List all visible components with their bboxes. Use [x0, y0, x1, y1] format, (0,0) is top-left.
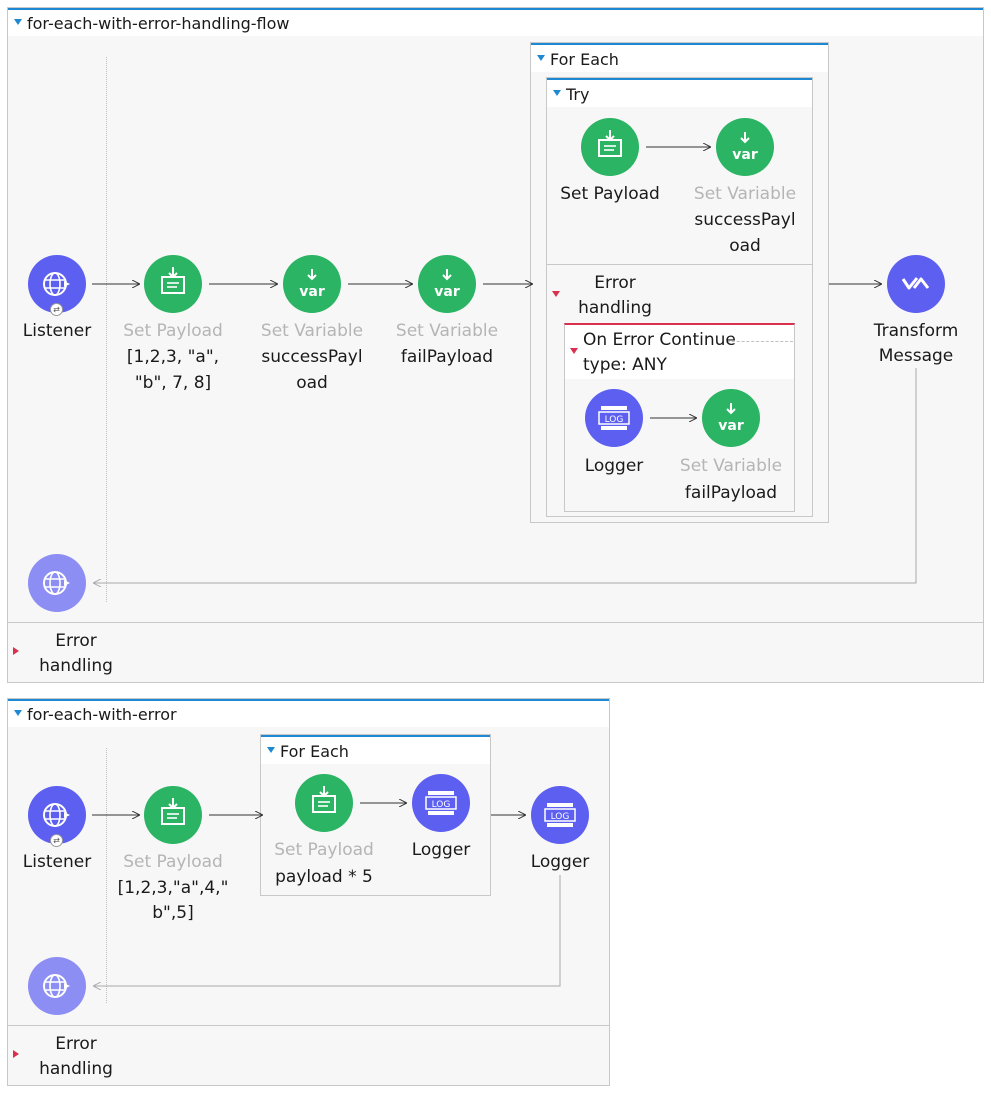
log-icon: LOG: [544, 803, 576, 827]
set-variable-success-name1: successPayl: [261, 347, 363, 367]
on-error-set-variable-name: failPayload: [684, 483, 778, 503]
var-icon: var: [732, 132, 758, 163]
on-error-logger-node[interactable]: LOG: [585, 389, 643, 447]
flow-error-handling-line1: Error: [55, 631, 97, 651]
var-icon: var: [434, 269, 460, 300]
transform-message-line2: Message: [878, 346, 954, 366]
try-divider: [547, 264, 812, 265]
transform-message-line1: Transform: [873, 321, 959, 341]
set-payload-type: Set Payload: [123, 852, 223, 872]
flow-header[interactable]: for-each-with-error: [8, 699, 609, 727]
flow-error-handling-line2: handling: [39, 656, 113, 676]
var-icon: var: [718, 403, 744, 434]
set-payload-value-line2: b",5]: [152, 903, 194, 923]
svg-text:LOG: LOG: [605, 415, 624, 425]
svg-text:var: var: [732, 147, 758, 163]
logger-label: Logger: [530, 852, 590, 872]
on-error-title: On Error Continue: [583, 330, 736, 350]
try-error-handling-line1: Error: [594, 273, 636, 293]
for-each-header[interactable]: For Each: [261, 735, 490, 764]
flow-title: for-each-with-error: [27, 705, 177, 724]
source-divider: [106, 748, 107, 1003]
try-error-handling-line2: handling: [578, 298, 652, 318]
set-payload-type: Set Payload: [123, 321, 223, 341]
try-set-variable-name2: oad: [729, 236, 761, 256]
set-payload-icon: [312, 786, 336, 813]
collapse-arrow-icon[interactable]: [570, 348, 578, 354]
for-each-title: For Each: [280, 742, 349, 761]
try-set-variable-node[interactable]: var: [716, 118, 774, 176]
transform-message-node[interactable]: [887, 255, 945, 313]
collapse-arrow-icon[interactable]: [537, 55, 545, 61]
collapse-arrow-icon[interactable]: [14, 710, 22, 716]
var-icon: var: [299, 269, 325, 300]
svg-text:var: var: [718, 418, 744, 434]
log-icon: LOG: [598, 406, 630, 430]
flow-error-divider: [8, 622, 983, 623]
expand-arrow-icon[interactable]: [552, 291, 560, 297]
try-set-variable-name1: successPayl: [694, 210, 796, 230]
expand-arrow-icon[interactable]: [13, 647, 19, 655]
listener-label: Listener: [22, 321, 92, 341]
set-variable-fail-name: failPayload: [400, 347, 494, 367]
for-each-set-payload-value: payload * 5: [275, 867, 373, 887]
globe-icon: [43, 974, 70, 998]
flow-error-divider: [8, 1025, 609, 1026]
for-each-logger-node[interactable]: LOG: [412, 774, 470, 832]
for-each-set-payload-type: Set Payload: [274, 840, 374, 860]
set-payload-icon: [161, 798, 185, 825]
set-payload-node[interactable]: [144, 255, 202, 313]
set-payload-value-line1: [1,2,3,"a",4,": [117, 878, 229, 898]
flow-header[interactable]: for-each-with-error-handling-flow: [8, 8, 983, 36]
on-error-dashed-divider: [727, 341, 793, 342]
set-payload-icon: [598, 130, 622, 157]
set-variable-fail-type: Set Variable: [395, 321, 499, 341]
svg-text:LOG: LOG: [551, 812, 570, 822]
set-variable-success-name2: oad: [296, 373, 328, 393]
svg-text:LOG: LOG: [432, 800, 451, 810]
expand-arrow-icon[interactable]: [13, 1050, 19, 1058]
svg-text:var: var: [299, 284, 325, 300]
try-set-variable-type: Set Variable: [693, 184, 797, 204]
collapse-arrow-icon[interactable]: [14, 19, 22, 25]
logger-node[interactable]: LOG: [531, 786, 589, 844]
listener-response-node[interactable]: [28, 957, 86, 1015]
set-payload-icon: [161, 267, 185, 294]
transform-icon: [901, 277, 930, 290]
try-header[interactable]: Try: [547, 78, 812, 107]
try-title: Try: [566, 85, 590, 104]
set-variable-success-node[interactable]: var: [283, 255, 341, 313]
collapse-arrow-icon[interactable]: [553, 90, 561, 96]
svg-text:var: var: [434, 284, 460, 300]
set-payload-value-line1: [1,2,3, "a",: [126, 347, 220, 367]
set-payload-node[interactable]: [144, 786, 202, 844]
flow-title: for-each-with-error-handling-flow: [27, 14, 290, 33]
collapse-arrow-icon[interactable]: [267, 747, 275, 753]
log-icon: LOG: [425, 791, 457, 815]
set-variable-success-type: Set Variable: [260, 321, 364, 341]
globe-icon: [43, 571, 70, 595]
on-error-set-variable-type: Set Variable: [679, 456, 783, 476]
for-each-title: For Each: [550, 50, 619, 69]
for-each-logger-label: Logger: [411, 840, 471, 860]
on-error-set-variable-node[interactable]: var: [702, 389, 760, 447]
flow-error-handling-line1: Error: [55, 1034, 97, 1054]
listener-response-node[interactable]: [28, 554, 86, 612]
on-error-subtitle: type: ANY: [583, 355, 667, 375]
on-error-logger-label: Logger: [584, 456, 644, 476]
try-set-payload-label: Set Payload: [560, 184, 660, 204]
set-variable-fail-node[interactable]: var: [418, 255, 476, 313]
for-each-set-payload-node[interactable]: [295, 774, 353, 832]
listener-badge: ⇄: [50, 303, 63, 316]
for-each-header[interactable]: For Each: [531, 43, 828, 72]
set-payload-value-line2: "b", 7, 8]: [134, 373, 212, 393]
try-set-payload-node[interactable]: [581, 118, 639, 176]
flow-error-handling-line2: handling: [39, 1059, 113, 1079]
listener-label: Listener: [22, 852, 92, 872]
listener-badge: ⇄: [50, 834, 63, 847]
